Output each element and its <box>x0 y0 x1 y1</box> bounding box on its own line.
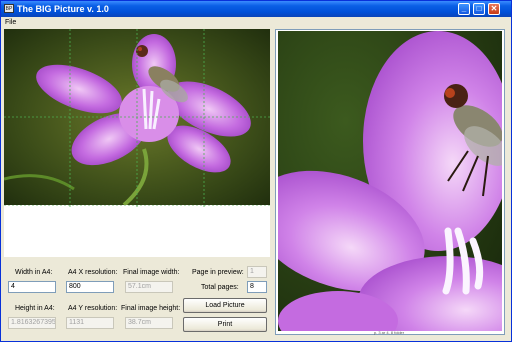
app-window: BP The BIG Picture v. 1.0 _ □ ✕ File p. … <box>0 0 512 342</box>
total-pages-input[interactable]: 8 <box>247 281 267 293</box>
preview-padding-area <box>4 205 270 257</box>
height-input: 1.8163267395 <box>8 317 56 329</box>
a4-y-resolution-label: A4 Y resolution: <box>68 305 118 312</box>
final-width-label: Final image width: <box>123 269 180 276</box>
a4-x-resolution-label: A4 X resolution: <box>68 269 118 276</box>
zoomed-flower-image <box>278 31 502 331</box>
page-preview-caption: p. 3 ar 4, 8 folder <box>373 330 405 335</box>
source-image-preview[interactable] <box>4 29 270 205</box>
print-button[interactable]: Print <box>183 317 267 332</box>
load-picture-button[interactable]: Load Picture <box>183 298 267 313</box>
height-label: Height in A4: <box>15 305 55 312</box>
maximize-button[interactable]: □ <box>473 3 485 15</box>
app-icon: BP <box>4 4 14 13</box>
a4-x-resolution-input[interactable]: 800 <box>66 281 114 293</box>
menu-file[interactable]: File <box>5 18 16 27</box>
page-in-preview-label: Page in preview: <box>192 269 244 276</box>
grid-overlay-bottom <box>4 205 270 209</box>
close-button[interactable]: ✕ <box>488 3 500 15</box>
title-bar[interactable]: BP The BIG Picture v. 1.0 _ □ ✕ <box>1 1 511 17</box>
menu-bar: File <box>1 17 511 28</box>
width-input[interactable]: 4 <box>8 281 56 293</box>
window-title: The BIG Picture v. 1.0 <box>17 4 109 14</box>
flower-image <box>4 29 270 205</box>
page-preview-frame: p. 3 ar 4, 8 folder <box>275 29 505 335</box>
page-in-preview-input: 1 <box>247 266 267 278</box>
page-preview-image <box>278 31 502 331</box>
final-width-input: 57.1cm <box>125 281 173 293</box>
final-height-label: Final image height: <box>121 305 181 312</box>
a4-y-resolution-input: 1131 <box>66 317 114 329</box>
final-height-input: 38.7cm <box>125 317 173 329</box>
width-label: Width in A4: <box>15 269 53 276</box>
minimize-button[interactable]: _ <box>458 3 470 15</box>
total-pages-label: Total pages: <box>201 284 239 291</box>
